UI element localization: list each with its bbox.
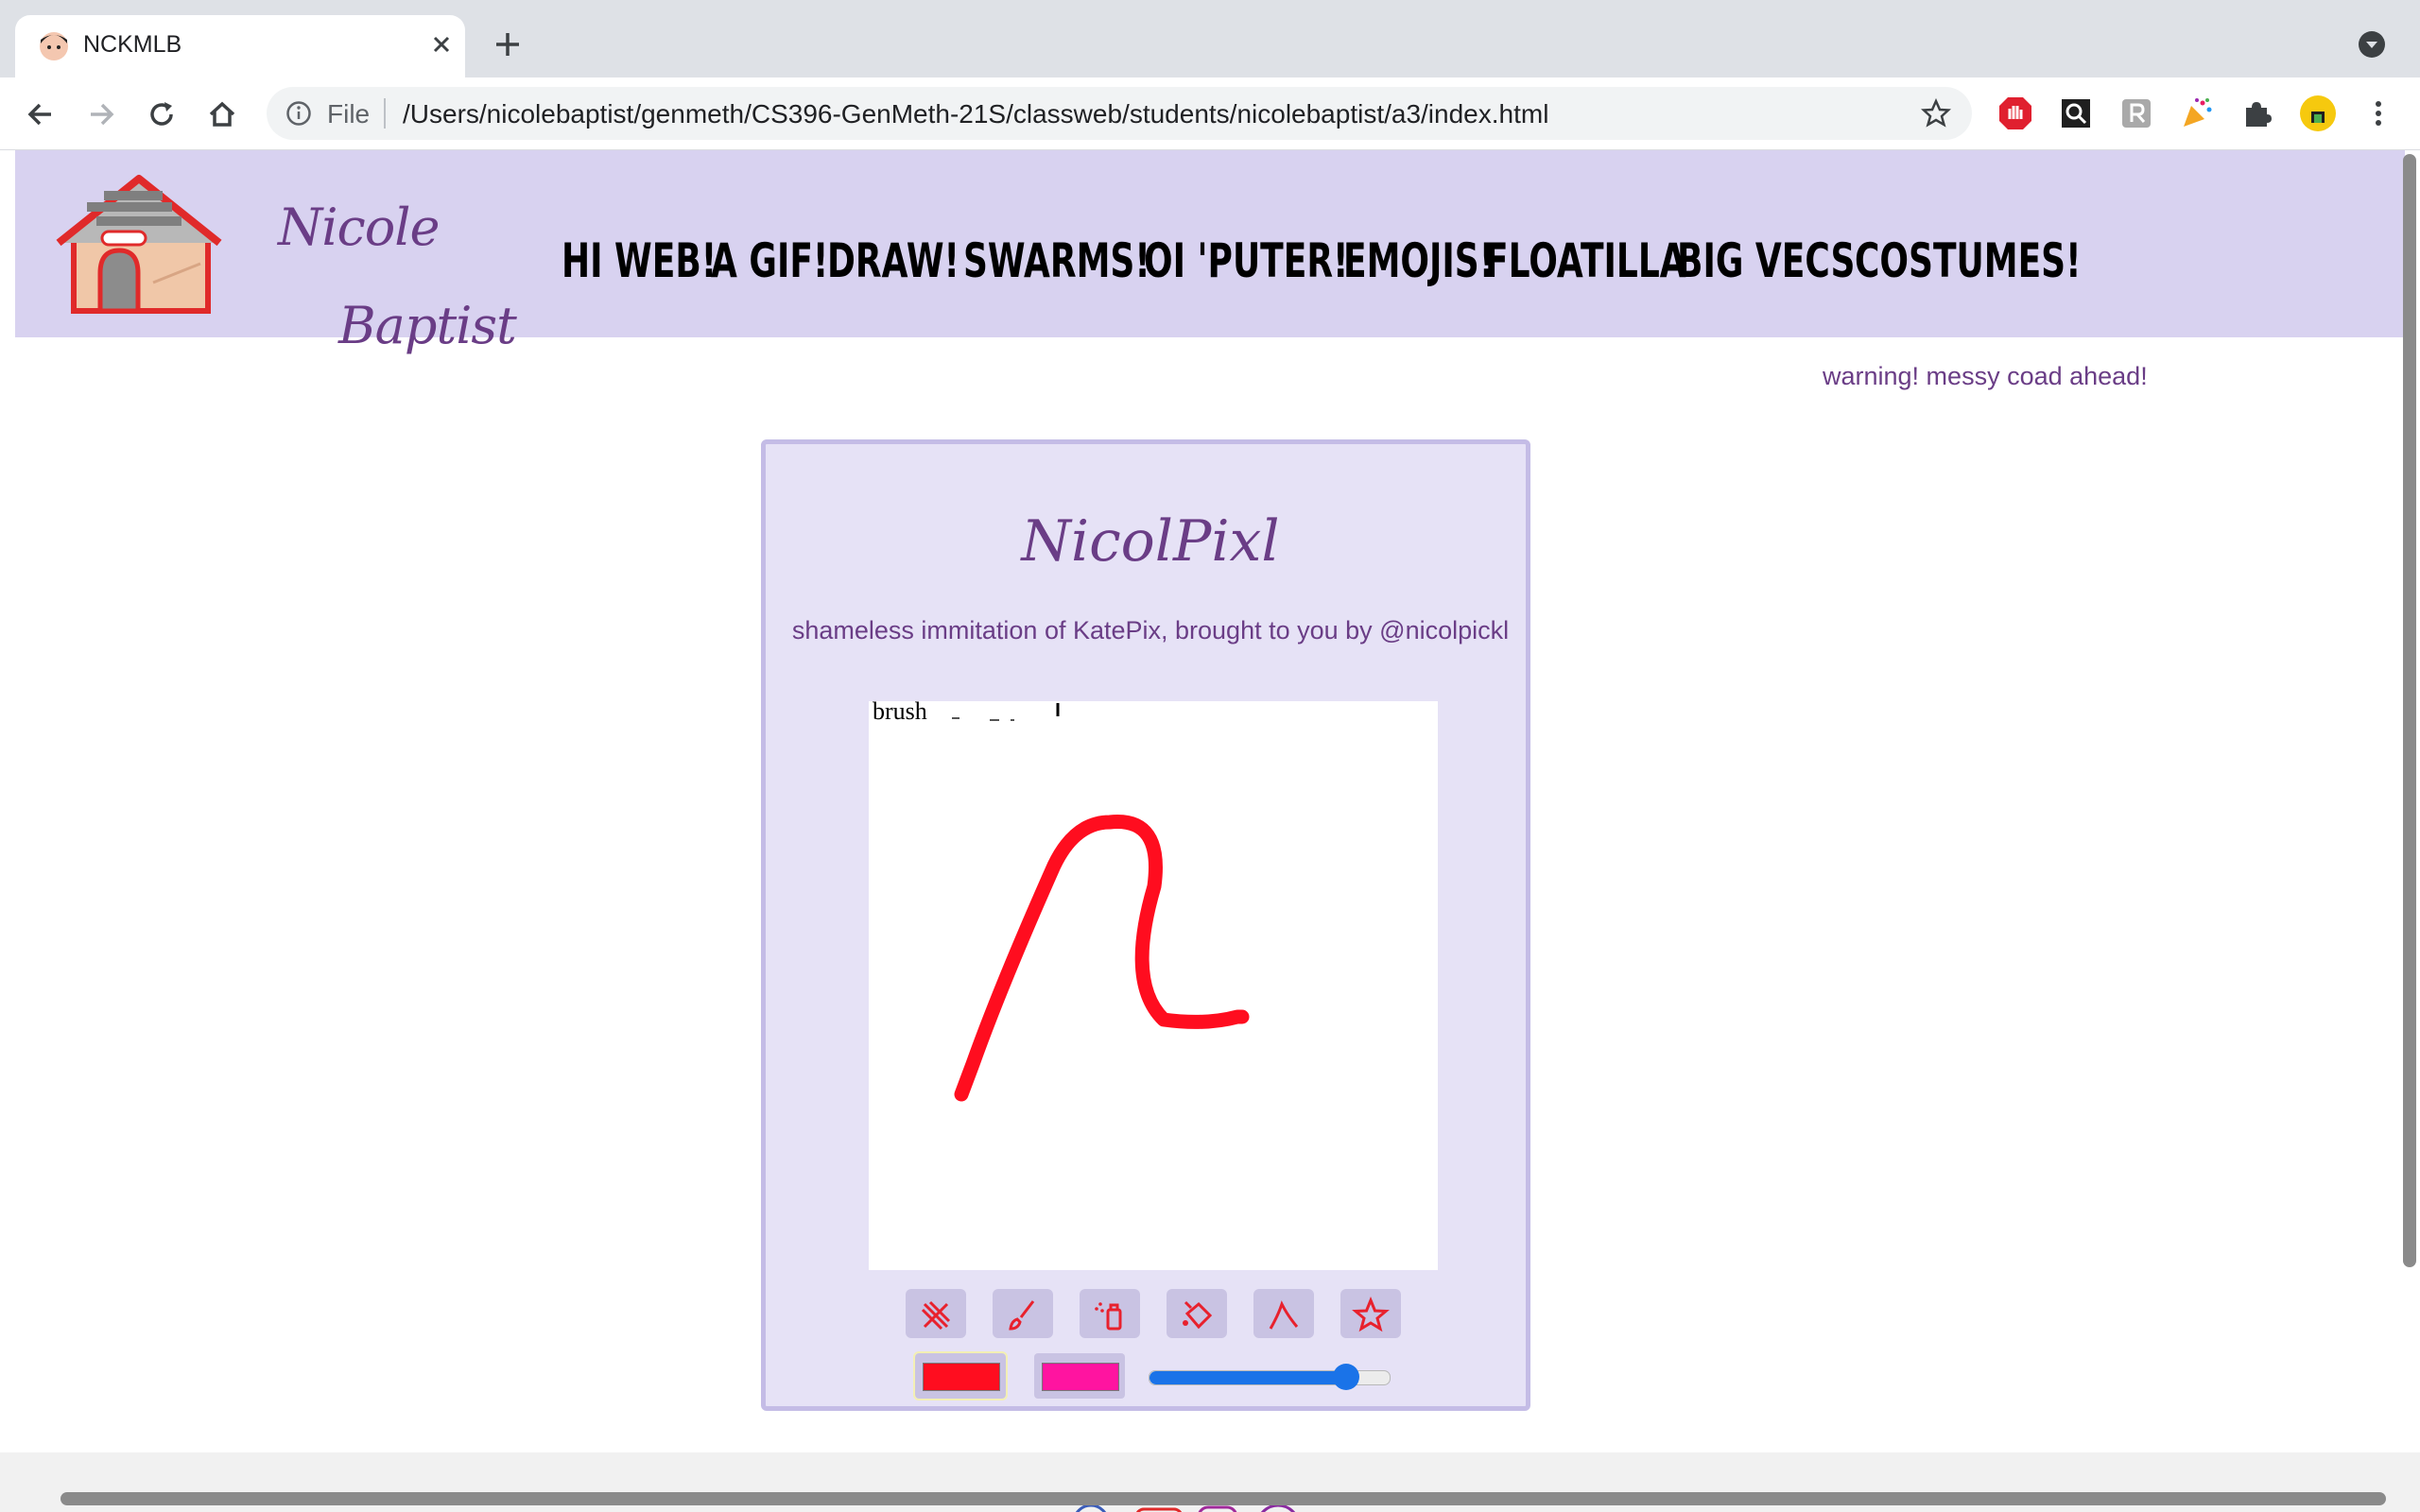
address-bar[interactable]: File /Users/nicolebaptist/genmeth/CS396-…	[267, 87, 1972, 140]
line-icon	[1269, 1299, 1299, 1330]
browser-toolbar: File /Users/nicolebaptist/genmeth/CS396-…	[0, 77, 2420, 150]
adblock-extension-icon[interactable]	[1996, 94, 2034, 132]
page-viewport: Nicole Baptist HI WEB! A GIF! DRAW! SWAR…	[0, 150, 2420, 1512]
tab-search-icon[interactable]	[2358, 30, 2386, 59]
secondary-color-picker[interactable]	[1034, 1353, 1125, 1399]
stamp-tool-button[interactable]	[1340, 1289, 1401, 1338]
tab-title: NCKMLB	[83, 31, 182, 58]
magnifier-extension-icon[interactable]	[2057, 94, 2095, 132]
github-icon[interactable]	[1257, 1503, 1299, 1512]
nav-emojis[interactable]: EMOJIS!	[1343, 233, 1495, 288]
nav-hi-web[interactable]: HI WEB!	[562, 233, 717, 288]
doghouse-logo[interactable]	[40, 169, 238, 320]
browser-tab[interactable]: NCKMLB	[15, 15, 465, 77]
favicon-icon	[40, 32, 68, 60]
brush-icon	[1009, 1299, 1035, 1331]
nav-floatilla[interactable]: FLOATILLA	[1485, 233, 1686, 288]
brush-size-slider-thumb[interactable]	[1333, 1364, 1360, 1390]
info-icon[interactable]	[285, 100, 312, 127]
profile-avatar-icon[interactable]	[2299, 94, 2337, 132]
brush-tool-button[interactable]	[993, 1289, 1053, 1338]
bucket-tool-button[interactable]	[1167, 1289, 1227, 1338]
back-icon[interactable]	[23, 96, 59, 132]
new-tab-icon[interactable]	[492, 28, 524, 60]
bookmark-star-icon[interactable]	[1921, 98, 1951, 129]
warning-text: warning! messy coad ahead!	[1823, 362, 2148, 390]
nav-oi-puter[interactable]: OI 'PUTER!	[1144, 233, 1348, 288]
r-extension-icon[interactable]	[2118, 94, 2155, 132]
brush-size-slider[interactable]	[1149, 1364, 1391, 1390]
scheme-label: File	[327, 99, 371, 129]
app-title: NicolPixl	[1021, 508, 1280, 575]
omnibox-divider	[384, 98, 386, 129]
more-menu-icon[interactable]	[2360, 94, 2397, 132]
bucket-icon	[1183, 1300, 1213, 1329]
canvas-marker-ticks	[952, 717, 1014, 721]
primary-color-picker[interactable]	[913, 1351, 1008, 1400]
reload-icon[interactable]	[144, 96, 180, 132]
site-nav: HI WEB! A GIF! DRAW! SWARMS! OI 'PUTER! …	[562, 233, 2169, 288]
brush-stroke	[954, 815, 1250, 1102]
eraser-tool-button[interactable]	[906, 1289, 966, 1338]
site-name-last: Baptist	[338, 296, 517, 355]
forward-icon[interactable]	[83, 96, 119, 132]
puzzle-icon[interactable]	[2238, 94, 2276, 132]
home-icon[interactable]	[204, 96, 240, 132]
spray-icon	[1095, 1301, 1122, 1330]
nav-big-vecs[interactable]: BIG VECS	[1677, 233, 1855, 288]
instagram-icon[interactable]	[1198, 1505, 1237, 1512]
url-text[interactable]: /Users/nicolebaptist/genmeth/CS396-GenMe…	[403, 99, 1548, 129]
star-icon	[1352, 1296, 1390, 1332]
eraser-icon	[921, 1300, 951, 1330]
browser-tab-strip: NCKMLB	[0, 0, 2420, 77]
nav-a-gif[interactable]: A GIF!	[711, 233, 828, 288]
nav-costumes[interactable]: COSTUMES!	[1855, 233, 2082, 288]
app-subtitle: shameless immitation of KatePix, brought…	[791, 616, 1510, 644]
linkedin-icon[interactable]	[1074, 1503, 1108, 1512]
drawing-canvas[interactable]: brush	[869, 697, 1438, 1270]
secondary-color-fill	[1042, 1363, 1119, 1391]
nav-swarms[interactable]: SWARMS!	[963, 233, 1150, 288]
primary-color-fill	[923, 1363, 1000, 1391]
spray-tool-button[interactable]	[1080, 1289, 1140, 1338]
line-tool-button[interactable]	[1253, 1289, 1314, 1338]
party-popper-icon[interactable]	[2178, 94, 2216, 132]
horizontal-scrollbar[interactable]	[60, 1492, 2386, 1505]
brush-size-slider-fill	[1150, 1371, 1347, 1384]
nav-draw[interactable]: DRAW!	[827, 233, 959, 288]
close-icon[interactable]	[425, 28, 458, 60]
site-header: Nicole Baptist HI WEB! A GIF! DRAW! SWAR…	[15, 150, 2405, 355]
site-name-first: Nicole	[278, 198, 441, 257]
app-card: NicolPixl shameless immitation of KatePi…	[761, 439, 1530, 1411]
vertical-scrollbar[interactable]	[2403, 154, 2416, 1267]
